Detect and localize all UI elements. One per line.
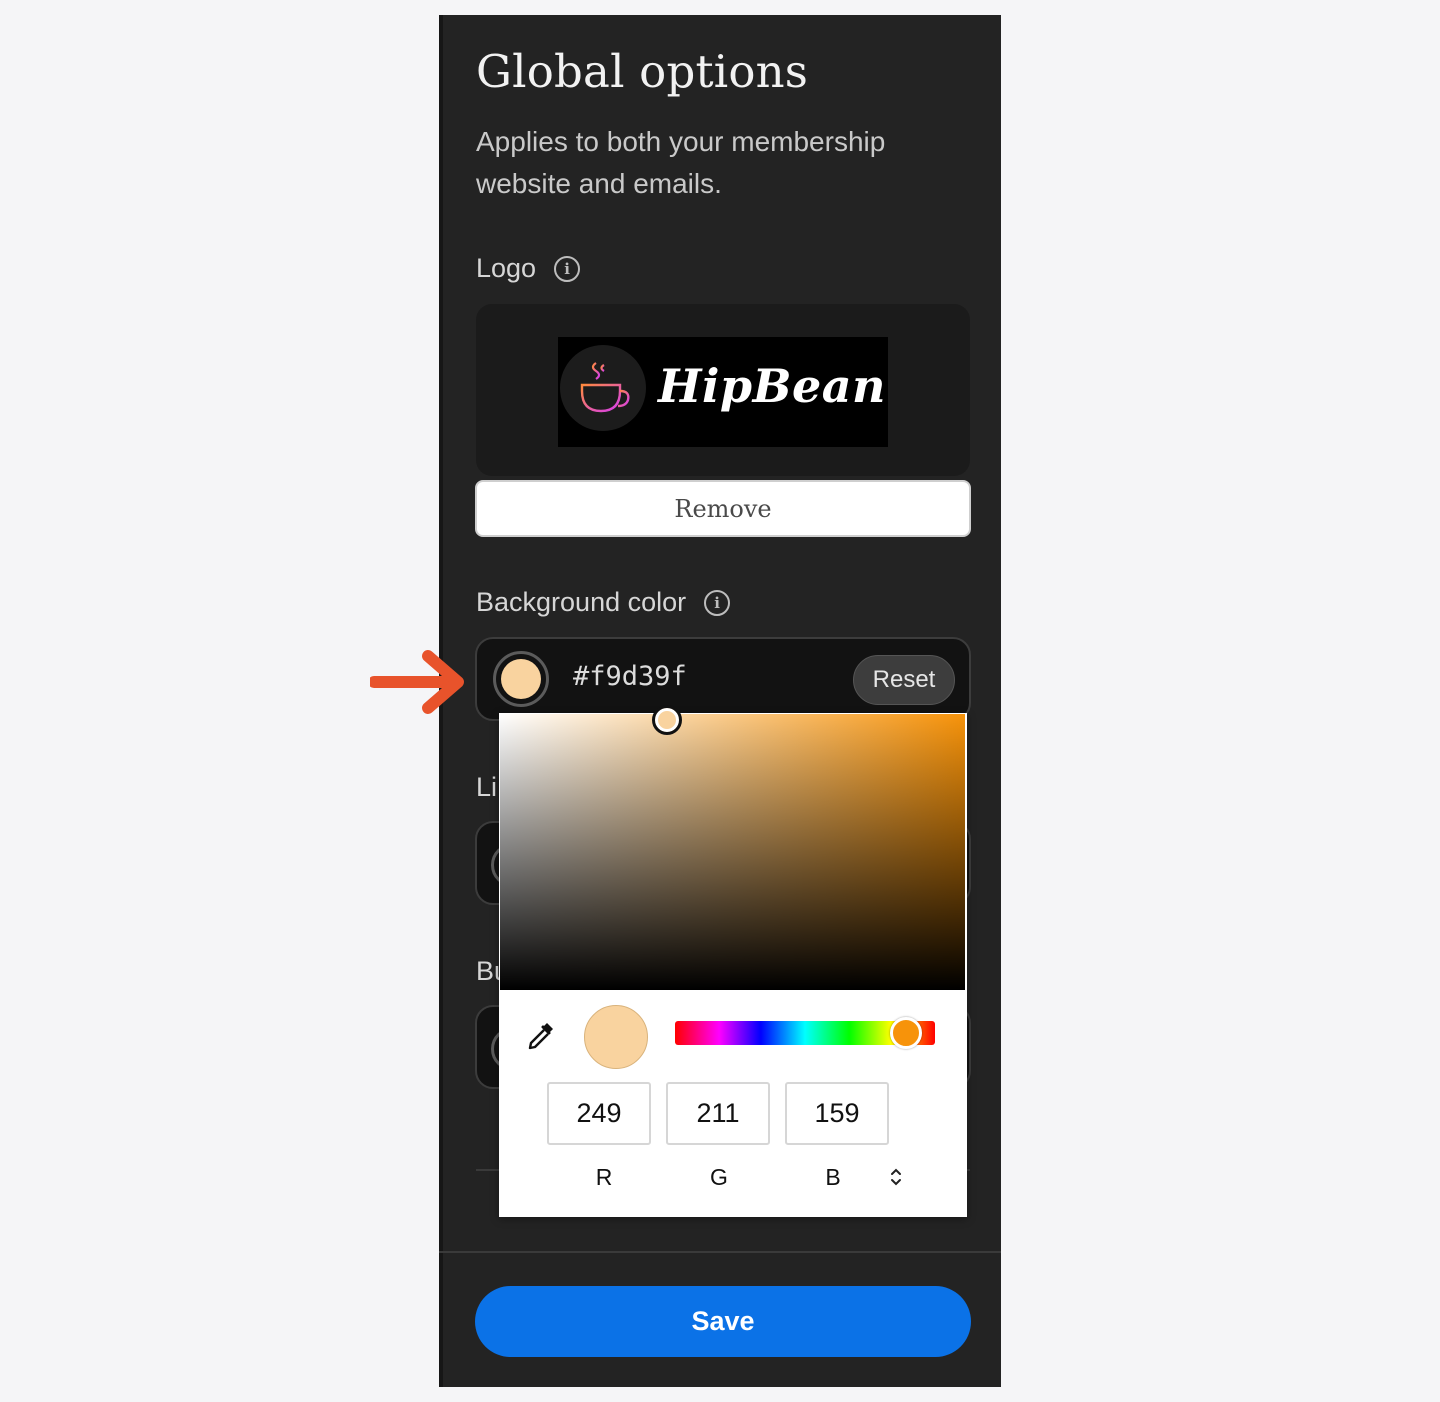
background-color-label-row: Background color i: [476, 587, 731, 618]
info-icon[interactable]: i: [554, 255, 581, 282]
logo-image: HipBean: [558, 337, 888, 447]
coffee-cup-icon: [560, 345, 646, 431]
remove-logo-button[interactable]: Remove: [475, 480, 971, 537]
background-color-swatch[interactable]: [493, 651, 549, 707]
link-color-label: Li: [476, 772, 498, 802]
logo-label-row: Logo i: [476, 253, 581, 284]
background-color-label: Background color: [476, 587, 687, 617]
blue-input[interactable]: 159: [785, 1082, 889, 1145]
hue-slider-handle[interactable]: [890, 1017, 923, 1049]
save-button[interactable]: Save: [475, 1286, 971, 1357]
page-title: Global options: [476, 45, 809, 98]
blue-label: B: [825, 1164, 841, 1190]
hue-slider[interactable]: [675, 1017, 935, 1049]
reset-button[interactable]: Reset: [853, 655, 955, 705]
footer-divider: [439, 1251, 1001, 1253]
green-input[interactable]: 211: [666, 1082, 770, 1145]
red-label: R: [595, 1164, 613, 1190]
logo-wordmark: HipBean: [658, 359, 886, 413]
red-input[interactable]: 249: [547, 1082, 651, 1145]
current-color-preview: [584, 1005, 648, 1069]
green-label: G: [710, 1164, 728, 1190]
eyedropper-icon[interactable]: [523, 1017, 559, 1053]
saturation-cursor[interactable]: [652, 704, 683, 735]
saturation-value-area[interactable]: [500, 704, 965, 990]
background-color-field[interactable]: #f9d39f Reset: [475, 637, 971, 721]
logo-preview-box[interactable]: HipBean: [476, 304, 970, 476]
logo-label: Logo: [476, 253, 537, 283]
background-color-hex[interactable]: #f9d39f: [573, 661, 687, 692]
color-swatch-dot: [501, 659, 541, 699]
color-picker-popover: 249 211 159 R G B: [499, 704, 967, 1217]
chevron-up-down-icon[interactable]: [886, 1166, 906, 1190]
info-icon[interactable]: i: [704, 589, 731, 616]
arrow-annotation-icon: [370, 650, 464, 714]
page-subtitle: Applies to both your membership website …: [476, 126, 886, 199]
